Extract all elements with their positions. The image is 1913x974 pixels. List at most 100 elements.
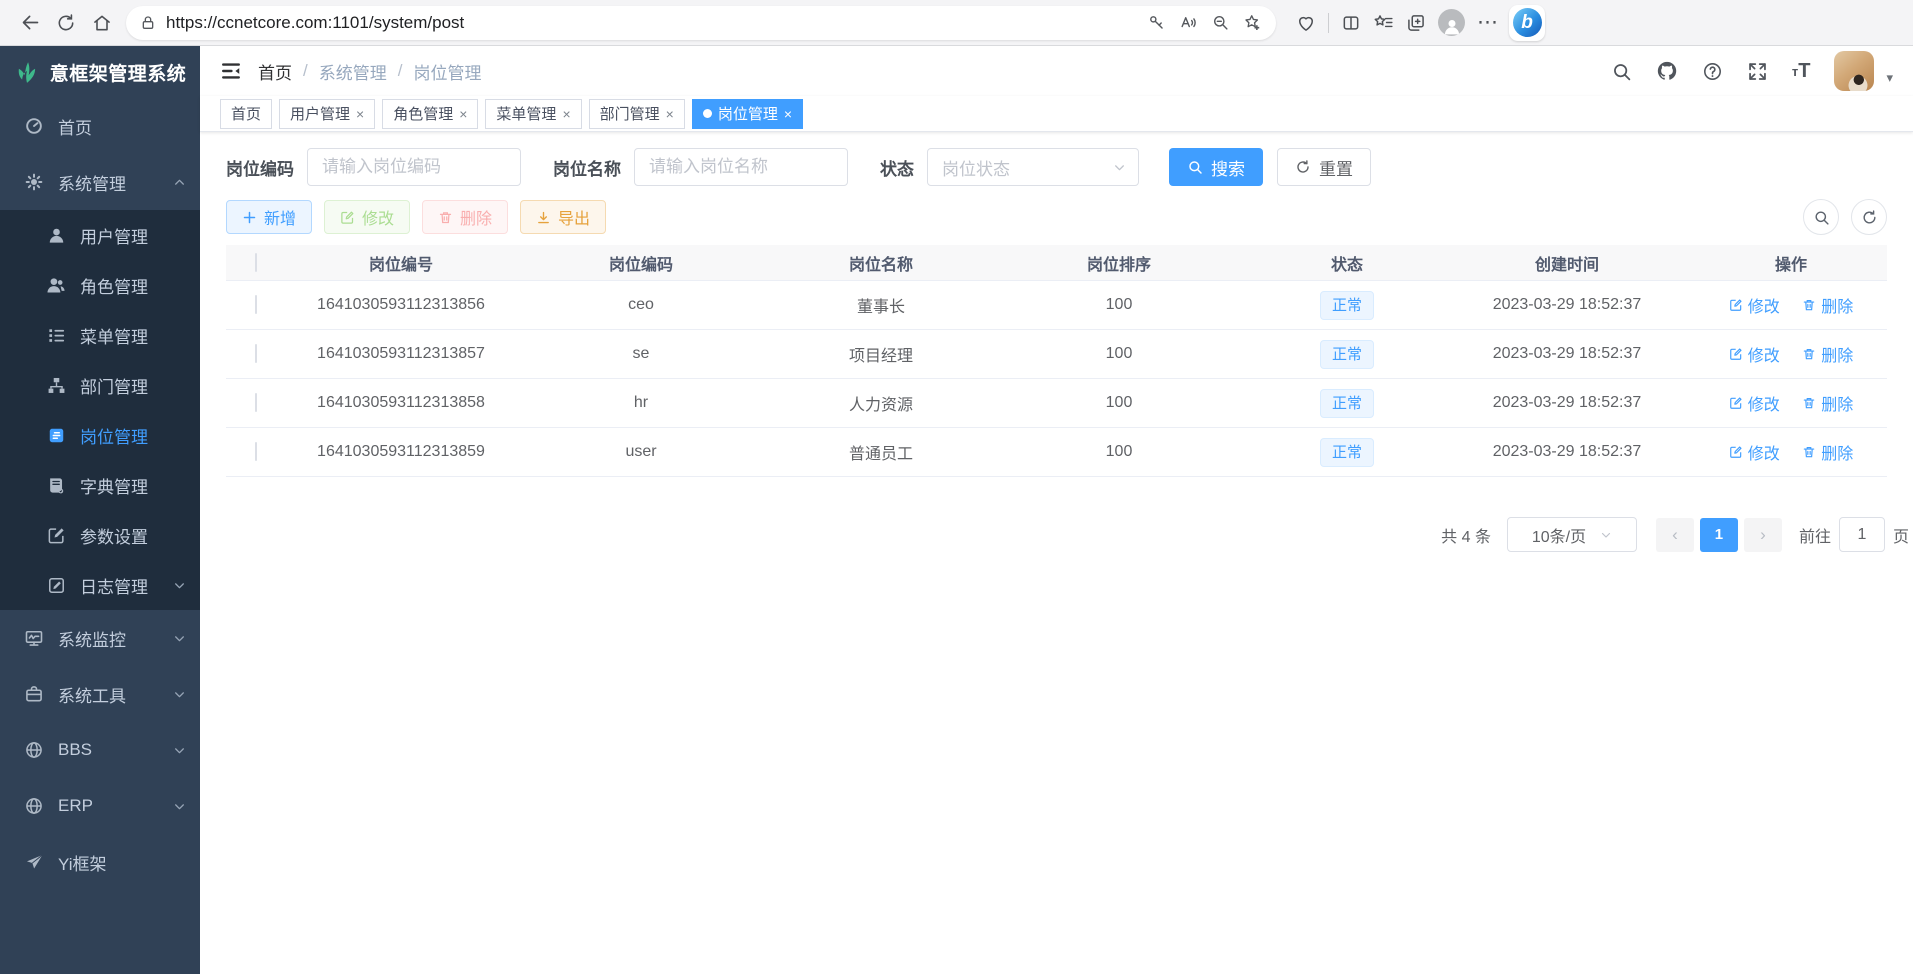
- split-screen-icon[interactable]: [1341, 13, 1361, 33]
- refresh-table-button[interactable]: [1851, 199, 1887, 235]
- status-select[interactable]: 岗位状态: [927, 148, 1139, 186]
- url-text[interactable]: https://ccnetcore.com:1101/system/post: [166, 13, 1140, 33]
- goto-page-input[interactable]: [1839, 517, 1885, 552]
- cell-post-sort: 100: [996, 345, 1242, 363]
- tab-label: 首页: [231, 103, 261, 124]
- trash-icon: [438, 210, 453, 225]
- sidebar-item-log-management[interactable]: 日志管理: [0, 560, 200, 610]
- cell-post-code: hr: [516, 394, 766, 412]
- browser-refresh-button[interactable]: [48, 6, 84, 40]
- log-edit-icon: [44, 576, 68, 595]
- row-checkbox[interactable]: [255, 442, 257, 461]
- read-aloud-icon[interactable]: [1172, 9, 1204, 37]
- delete-button[interactable]: 删除: [422, 200, 508, 234]
- plus-icon: [242, 210, 257, 225]
- sidebar-item-user-management[interactable]: 用户管理: [0, 210, 200, 260]
- table-row: 1641030593112313858 hr 人力资源 100 正常 2023-…: [226, 379, 1887, 428]
- row-delete-link[interactable]: 删除: [1802, 293, 1853, 317]
- sidebar-item-department-management[interactable]: 部门管理: [0, 360, 200, 410]
- browser-essentials-icon[interactable]: [1296, 13, 1316, 33]
- post-code-label: 岗位编码: [226, 155, 294, 180]
- row-checkbox[interactable]: [255, 295, 257, 314]
- edit-icon: [1729, 445, 1743, 459]
- tab-close-icon[interactable]: ×: [666, 106, 674, 122]
- sidebar-item-label: BBS: [58, 740, 92, 760]
- row-checkbox[interactable]: [255, 344, 257, 363]
- header-search-icon[interactable]: [1611, 61, 1632, 82]
- sidebar-item-dictionary-management[interactable]: 字典管理: [0, 460, 200, 510]
- zoom-out-icon[interactable]: [1204, 9, 1236, 37]
- row-edit-label: 修改: [1748, 391, 1780, 415]
- user-avatar[interactable]: [1834, 51, 1874, 91]
- sidebar-item-system-monitor[interactable]: 系统监控: [0, 610, 200, 666]
- tab-close-icon[interactable]: ×: [784, 106, 792, 122]
- avatar-caret-down-icon[interactable]: ▾: [1886, 70, 1893, 86]
- bing-sidebar-button[interactable]: b: [1509, 5, 1545, 41]
- page-size-select[interactable]: 10条/页: [1507, 517, 1637, 552]
- help-icon[interactable]: [1702, 61, 1723, 82]
- collections-icon[interactable]: [1406, 13, 1426, 33]
- row-edit-link[interactable]: 修改: [1729, 391, 1780, 415]
- show-search-toggle-button[interactable]: [1803, 199, 1839, 235]
- tab-close-icon[interactable]: ×: [356, 106, 364, 122]
- prev-page-button[interactable]: ‹: [1656, 518, 1694, 552]
- sidebar-item-parameter-settings[interactable]: 参数设置: [0, 510, 200, 560]
- tab-user-management[interactable]: 用户管理 ×: [279, 99, 375, 129]
- sidebar-item-yi-framework[interactable]: Yi框架: [0, 834, 200, 890]
- sidebar-item-erp[interactable]: ERP: [0, 778, 200, 834]
- github-icon[interactable]: [1656, 60, 1678, 82]
- fullscreen-icon[interactable]: [1747, 61, 1768, 82]
- select-all-checkbox[interactable]: [255, 253, 257, 272]
- dictionary-book-icon: [44, 476, 68, 495]
- row-delete-link[interactable]: 删除: [1802, 440, 1853, 464]
- sidebar-fold-icon[interactable]: [220, 60, 242, 82]
- address-bar[interactable]: https://ccnetcore.com:1101/system/post: [126, 6, 1276, 40]
- chevron-down-icon: [173, 688, 186, 701]
- cell-post-sort: 100: [996, 443, 1242, 461]
- post-code-input[interactable]: [307, 148, 521, 186]
- row-edit-label: 修改: [1748, 440, 1780, 464]
- breadcrumb-home[interactable]: 首页: [258, 59, 292, 84]
- browser-back-button[interactable]: [12, 6, 48, 40]
- tab-close-icon[interactable]: ×: [562, 106, 570, 122]
- post-name-input[interactable]: [634, 148, 848, 186]
- sidebar-item-role-management[interactable]: 角色管理: [0, 260, 200, 310]
- breadcrumb-system[interactable]: 系统管理: [319, 59, 387, 84]
- password-key-icon[interactable]: [1140, 9, 1172, 37]
- row-edit-link[interactable]: 修改: [1729, 293, 1780, 317]
- tab-department-management[interactable]: 部门管理 ×: [589, 99, 685, 129]
- search-button[interactable]: 搜索: [1169, 148, 1263, 186]
- favorites-icon[interactable]: [1373, 12, 1394, 33]
- sidebar-item-system-tools[interactable]: 系统工具: [0, 666, 200, 722]
- sidebar-item-home[interactable]: 首页: [0, 98, 200, 154]
- cell-post-name: 董事长: [766, 293, 996, 317]
- page-number-1[interactable]: 1: [1700, 518, 1738, 552]
- browser-menu-dots-icon[interactable]: ⋯: [1477, 18, 1499, 28]
- add-favorite-star-icon[interactable]: [1236, 9, 1268, 37]
- next-page-button[interactable]: ›: [1744, 518, 1782, 552]
- row-delete-link[interactable]: 删除: [1802, 391, 1853, 415]
- tab-post-management[interactable]: 岗位管理 ×: [692, 99, 803, 129]
- tab-menu-management[interactable]: 菜单管理 ×: [485, 99, 581, 129]
- add-button[interactable]: 新增: [226, 200, 312, 234]
- user-icon: [44, 226, 68, 245]
- tab-close-icon[interactable]: ×: [459, 106, 467, 122]
- reset-button[interactable]: 重置: [1277, 148, 1371, 186]
- row-edit-link[interactable]: 修改: [1729, 440, 1780, 464]
- font-size-icon[interactable]: тT: [1792, 60, 1811, 83]
- sidebar-item-post-management[interactable]: 岗位管理: [0, 410, 200, 460]
- tab-role-management[interactable]: 角色管理 ×: [382, 99, 478, 129]
- row-edit-link[interactable]: 修改: [1729, 342, 1780, 366]
- status-badge: 正常: [1320, 340, 1374, 369]
- browser-profile-avatar[interactable]: [1438, 9, 1465, 36]
- search-icon: [1187, 159, 1203, 175]
- tab-home[interactable]: 首页: [220, 99, 272, 129]
- row-checkbox[interactable]: [255, 393, 257, 412]
- row-delete-link[interactable]: 删除: [1802, 342, 1853, 366]
- sidebar-item-menu-management[interactable]: 菜单管理: [0, 310, 200, 360]
- sidebar-item-bbs[interactable]: BBS: [0, 722, 200, 778]
- export-button[interactable]: 导出: [520, 200, 606, 234]
- edit-button[interactable]: 修改: [324, 200, 410, 234]
- browser-home-button[interactable]: [84, 6, 120, 40]
- sidebar-item-system-management[interactable]: 系统管理: [0, 154, 200, 210]
